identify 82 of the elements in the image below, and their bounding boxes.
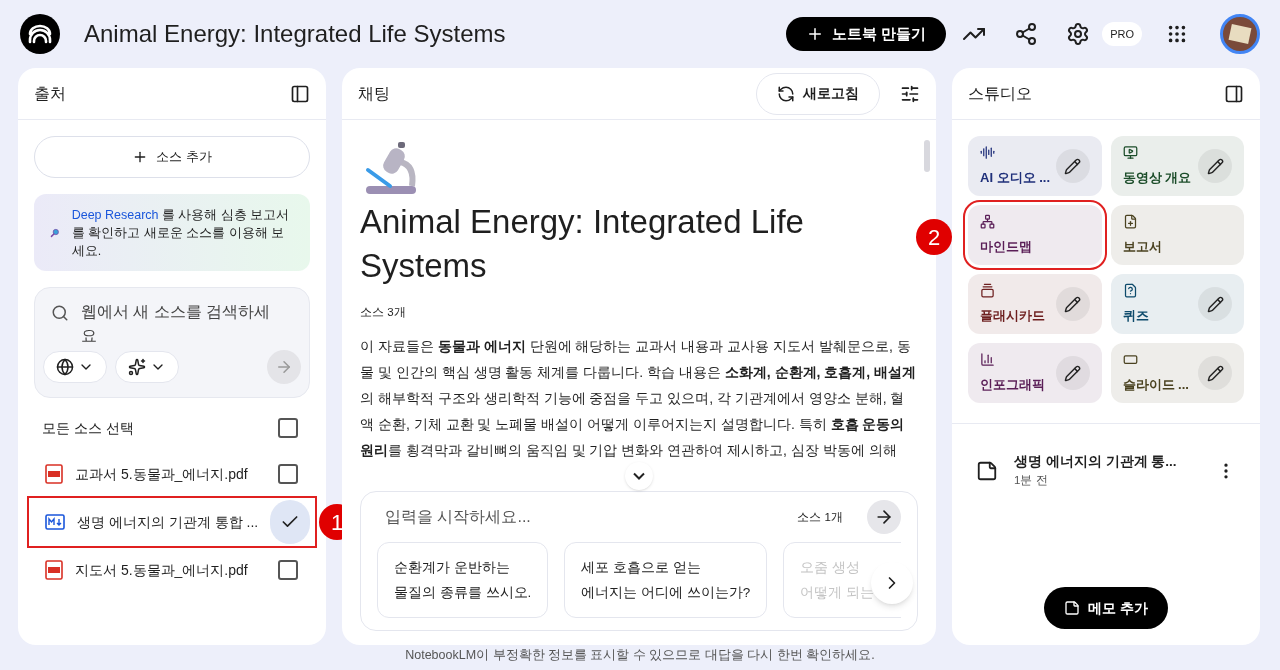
source-name: 지도서 5.동물과_에너지.pdf (75, 560, 249, 580)
web-search-box[interactable]: 웹에서 새 소스를 검색하세요 (34, 287, 310, 398)
edit-icon[interactable] (1055, 149, 1090, 183)
edit-icon[interactable] (1198, 149, 1232, 183)
document-plus-icon (1122, 213, 1138, 229)
deep-research-link[interactable]: Deep Research (71, 207, 159, 222)
studio-tile[interactable]: 퀴즈 (1110, 274, 1244, 334)
research-mode-dropdown[interactable] (115, 351, 179, 383)
source-name: 교과서 5.동물과_에너지.pdf (75, 464, 249, 484)
source-count: 소스 3개 (360, 305, 407, 320)
search-field[interactable]: 웹에서 새 소스를 검색하세요 (81, 300, 281, 350)
video-icon (1122, 144, 1138, 160)
select-all-label: 모든 소스 선택 (42, 418, 134, 438)
collapse-panel-icon[interactable] (1224, 83, 1244, 104)
apps-icon[interactable] (1166, 23, 1188, 45)
source-name: 생명 에너지의 기관계 통합 ... (77, 512, 259, 532)
suggestion-chip[interactable]: 세포 호흡으로 얻는 에너지는 어디에 쓰이는가? (564, 542, 768, 619)
edit-icon[interactable] (1055, 287, 1090, 321)
sparkle-icon (128, 358, 146, 376)
collapse-panel-icon[interactable] (290, 83, 310, 104)
notebook-heading: Animal Energy: Integrated Life Systems (360, 202, 805, 286)
input-source-count: 소스 1개 (797, 509, 843, 525)
disclaimer-text: NotebookLM이 부정확한 정보를 표시할 수 있으므로 대답을 다시 한번 확인하세요. (404, 647, 876, 665)
waveform-icon (980, 144, 995, 160)
bar-chart-icon (980, 351, 995, 367)
pencil-icon (1064, 295, 1081, 313)
plus-icon (806, 25, 824, 43)
studio-tile[interactable]: 슬라이드 ... (1110, 343, 1244, 403)
add-note-button[interactable]: 메모 추가 (1044, 587, 1168, 629)
chevron-down-icon (633, 472, 645, 481)
pencil-icon (1206, 295, 1224, 313)
globe-icon (56, 358, 74, 376)
question-card-icon (1122, 282, 1138, 298)
edit-icon[interactable] (1198, 287, 1232, 321)
send-button[interactable] (867, 500, 901, 535)
pencil-icon (1064, 157, 1081, 175)
note-icon (976, 459, 998, 482)
avatar[interactable] (1220, 14, 1260, 54)
promo-text: Deep Research 를 사용해 심층 보고서를 확인하고 새로운 소스를 이용해 보세요. (71, 206, 291, 260)
logo-icon[interactable] (20, 14, 60, 54)
pencil-icon (1206, 157, 1224, 175)
markdown-file-icon (45, 514, 65, 530)
source-item[interactable]: 교과서 5.동물과_에너지.pdf (29, 450, 315, 498)
share-icon[interactable] (1014, 22, 1039, 46)
settings-sliders-icon[interactable] (900, 83, 920, 104)
pencil-icon (1206, 364, 1224, 382)
studio-tile[interactable]: 인포그래픽 (968, 343, 1102, 403)
pdf-file-icon (45, 560, 63, 580)
panel-title: 스튜디오 (968, 83, 1032, 104)
panel-title: 채팅 (358, 83, 390, 104)
studio-tile[interactable]: 보고서 (1110, 205, 1244, 265)
notebook-title[interactable]: Animal Energy: Integrated Life Systems (84, 16, 506, 52)
checkbox[interactable] (270, 500, 310, 544)
nodes-icon (980, 213, 995, 229)
note-icon (1064, 600, 1081, 616)
settings-icon[interactable] (1066, 22, 1091, 46)
scrollbar-thumb[interactable] (924, 140, 930, 172)
studio-tile[interactable]: AI 오디오 ... (968, 136, 1102, 196)
edit-icon[interactable] (1055, 356, 1090, 390)
suggestion-chip[interactable]: 순환계가 운반하는 물질의 종류를 쓰시오. (377, 542, 549, 619)
pro-badge: PRO (1102, 21, 1142, 47)
checkbox[interactable] (278, 560, 298, 580)
source-item[interactable]: 지도서 5.동물과_에너지.pdf (29, 546, 315, 594)
studio-tile[interactable]: 플래시카드 (968, 274, 1102, 334)
cards-icon (980, 282, 995, 298)
edit-icon[interactable] (1198, 356, 1232, 390)
summary-text: 이 자료들은 동물과 에너지 단원에 해당하는 교과서 내용과 교사용 지도서 발췌문으로, 동물 및 인간의 핵심 생명 활동 체계를 다룹니다. 학습 내용은 소화계, 순환계, 호흡계, 배설계의 해부학적 구조와 생리학적 기능에 중점을 두고 있으며, 각 기관계에서 영양소 분해, 혈액 순환, 기체 교환 및 노폐물 배설이 어떻게 이루어지는지 설명합니다. 특히 호흡 운동의 원리를 횡격막과 갈비뼈의 움직임 및 기압 변화와 연관하여 제시하고, 심장 박동에 의해 (360, 337, 918, 461)
pencil-icon (1064, 364, 1081, 382)
pdf-file-icon (45, 464, 63, 484)
panel-title: 출처 (34, 83, 66, 104)
refresh-icon (777, 84, 795, 103)
note-item[interactable]: 생명 에너지의 기관계 통... 1분 전 (1014, 452, 1200, 490)
web-source-dropdown[interactable] (43, 351, 107, 383)
annotation-marker: 2 (916, 219, 952, 255)
checkbox[interactable] (278, 418, 298, 438)
checkbox[interactable] (278, 464, 298, 484)
arrow-right-icon (275, 358, 293, 376)
scroll-down-button[interactable] (625, 462, 653, 491)
studio-tile[interactable]: 동영상 개요 (1110, 136, 1244, 196)
chat-input-field[interactable]: 입력을 시작하세요... (377, 505, 798, 530)
search-icon (51, 304, 69, 322)
create-notebook-button[interactable]: 노트북 만들기 (786, 17, 947, 51)
